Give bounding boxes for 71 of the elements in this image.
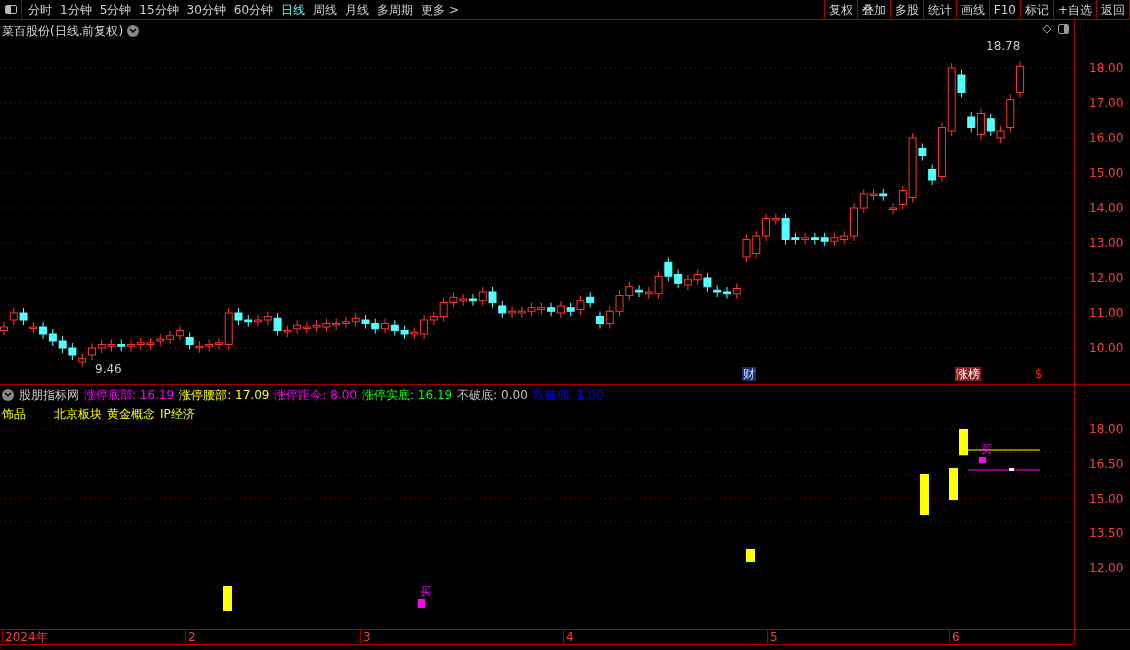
buy-label: 买 [981,444,992,456]
indicator-value: 涨停实底: 16.19 [362,387,453,404]
period-tab[interactable]: 30分钟 [186,0,226,19]
indicator-value: 不破底: 0.00 [457,387,528,404]
price-axis-label: 17.00 [1089,96,1124,110]
toolbar-button[interactable]: 标记 [1020,0,1054,19]
period-tab[interactable]: 日线 [281,0,306,19]
date-axis-label: 2 [185,630,196,644]
period-tab[interactable]: 60分钟 [233,0,274,19]
chart-marker[interactable]: 财 [742,367,756,381]
buy-marker [979,457,986,463]
toolbar-button[interactable]: F10 [989,0,1021,19]
date-axis-label: 2024年 [2,630,48,644]
concept-tag: 北京板块 [54,405,102,423]
period-tab[interactable]: 分时 [28,0,52,19]
signal-bar [223,586,232,611]
signal-bar [920,474,929,515]
period-tab[interactable]: 1分钟 [60,0,92,19]
price-axis-label: 12.00 [1089,271,1124,285]
toolbar-button[interactable]: +自选 [1053,0,1097,19]
period-tab[interactable]: 周线 [313,0,338,19]
date-axis-label: 6 [949,630,960,644]
chart-marker[interactable]: $ [1034,367,1044,381]
indicator-axis-label: 13.50 [1089,526,1124,541]
price-axis-label: 14.00 [1089,201,1124,215]
toolbar-button[interactable]: 多股 [890,0,924,19]
indicator-value: 涨停底部: 16.19 [84,387,175,404]
high-price-label: 18.78 [986,38,1021,55]
toolbar-button[interactable]: 叠加 [857,0,891,19]
dropdown-icon[interactable] [2,389,14,401]
price-axis-label: 11.00 [1089,306,1124,320]
price-axis-label: 13.00 [1089,236,1124,250]
panel-toggle-icon[interactable] [1058,24,1069,34]
signal-bar [949,468,958,500]
indicator-axis-label: 16.50 [1089,456,1124,471]
buy-marker [418,599,425,608]
chart-marker[interactable]: 涨榜 [955,367,981,381]
signal-bar [746,549,755,562]
toolbar-button[interactable]: 统计 [923,0,957,19]
indicator-value: 涨停距今: 8.00 [274,387,357,404]
indicator-value: 跌破底: 1.00 [532,387,604,404]
date-axis-label: 3 [360,630,371,644]
date-axis-label: 4 [563,630,574,644]
period-tab[interactable]: 月线 [345,0,370,19]
indicator-name: 股朋指标网 [19,387,79,404]
toolbar-button[interactable]: 画线 [956,0,990,19]
diamond-icon[interactable] [1042,24,1052,34]
period-tab[interactable]: 多周期 [377,0,414,19]
concept-tag: 饰品 [2,405,26,423]
concept-tag: IP经济 [160,405,195,423]
low-price-label: 9.46 [95,361,122,378]
indicator-axis-label: 18.00 [1089,422,1124,436]
concept-tag: 黄金概念 [107,405,155,423]
toolbar-button[interactable]: 复权 [824,0,858,19]
indicator-axis-label: 15.00 [1089,491,1124,506]
price-axis-label: 10.00 [1089,341,1124,355]
buy-label: 买 [420,586,431,598]
dropdown-icon[interactable] [127,25,140,37]
toolbar-button[interactable]: 返回 [1097,0,1130,19]
chart-title: 菜百股份(日线.前复权) [2,23,124,40]
price-tick [1009,468,1014,471]
date-axis-label: 5 [767,630,778,644]
price-axis-label: 15.00 [1089,166,1124,180]
indicator-axis-label: 12.00 [1089,561,1124,576]
period-tab[interactable]: 更多 > [421,0,459,19]
price-axis-label: 18.00 [1089,61,1124,75]
signal-bar [959,429,968,456]
indicator-value: 涨停腰部: 17.09 [179,387,270,404]
price-axis-label: 16.00 [1089,131,1124,145]
period-tab[interactable]: 5分钟 [99,0,132,19]
period-tab[interactable]: 15分钟 [139,0,179,19]
